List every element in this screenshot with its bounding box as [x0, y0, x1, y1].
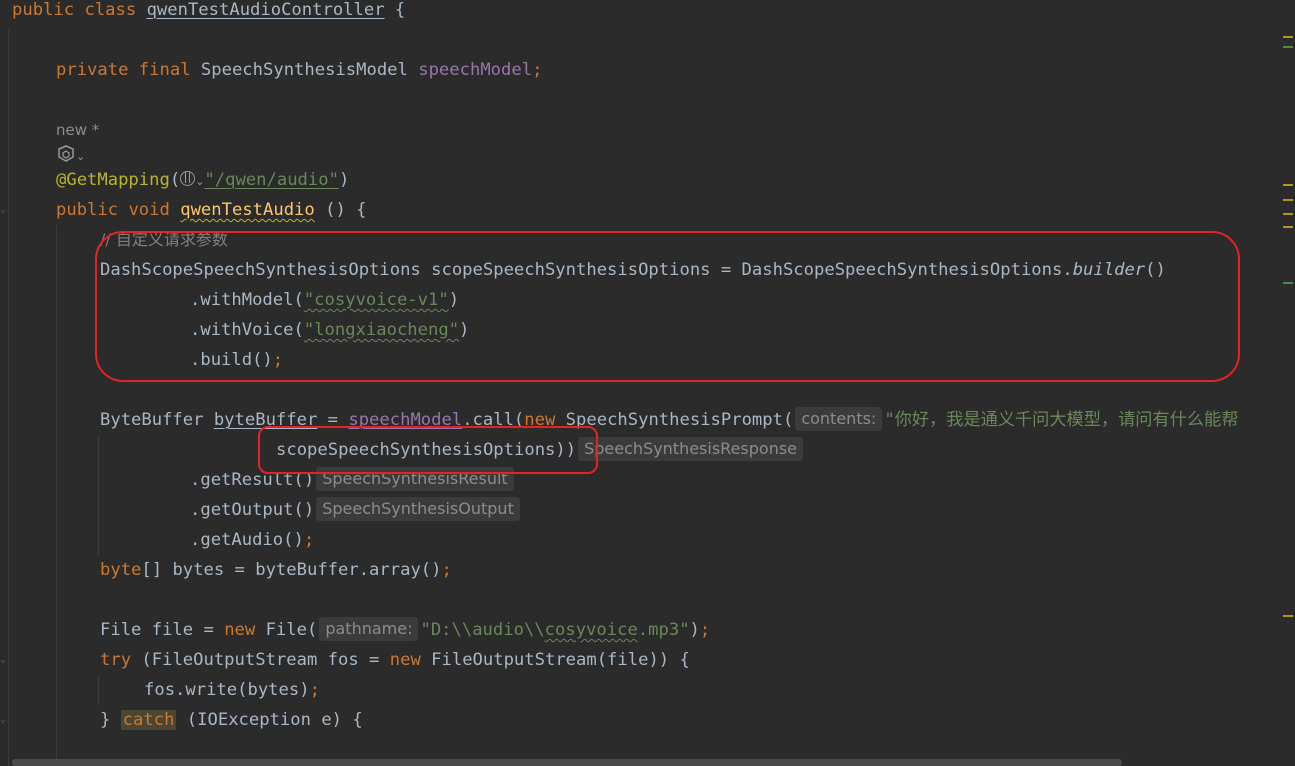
horizontal-scrollbar[interactable]	[12, 759, 1122, 766]
code-line-bytes: byte[] bytes = byteBuffer.array();	[100, 555, 452, 585]
type-hint-output: SpeechSynthesisOutput	[316, 497, 520, 521]
indent-guide	[98, 675, 99, 705]
semicolon: ;	[441, 560, 452, 580]
file-close: )	[689, 620, 700, 640]
fold-marker-icon[interactable]: ⌄	[0, 204, 9, 216]
code-line-method-declaration: public void qwenTestAudio () {	[56, 195, 367, 225]
close-brace: }	[100, 710, 121, 730]
method-name[interactable]: qwenTestAudio	[180, 200, 315, 220]
code-editor[interactable]: ⌄ ⌄ ⌄ public class qwenTestAudioControll…	[0, 0, 1282, 766]
warning-marker[interactable]	[1283, 213, 1293, 215]
semicolon: ;	[309, 680, 320, 700]
file-ctor[interactable]: File(	[255, 620, 318, 640]
code-line-catch: } catch (IOException e) {	[100, 705, 363, 735]
keyword-catch: catch	[120, 710, 177, 730]
code-line-get-audio: .getAudio();	[190, 525, 314, 555]
contents-arg[interactable]: "你好，我是通义千问大模型，请问有什么能帮	[884, 410, 1238, 430]
code-line-class-declaration: public class qwenTestAudioController {	[12, 0, 405, 25]
info-marker[interactable]	[1283, 282, 1293, 284]
file-decl: File file =	[100, 620, 225, 640]
path-arg-c[interactable]: .mp3"	[638, 620, 690, 640]
path-arg-a[interactable]: "D:\\audio\\	[420, 620, 544, 640]
warning-marker[interactable]	[1283, 226, 1293, 228]
indent-guide	[56, 225, 57, 766]
keyword-final: final	[138, 60, 191, 80]
globe-control[interactable]: ⌄	[180, 170, 204, 190]
warning-marker[interactable]	[1283, 615, 1293, 617]
get-audio-call[interactable]: .getAudio()	[190, 530, 304, 550]
code-line-annotation: @GetMapping(⌄"/qwen/audio")	[56, 165, 349, 195]
info-marker[interactable]	[1283, 46, 1293, 48]
code-line-get-output: .getOutput() SpeechSynthesisOutput	[190, 495, 522, 525]
keyword-byte: byte	[100, 560, 142, 580]
class-name[interactable]: qwenTestAudioController	[147, 0, 385, 20]
write-call[interactable]: fos.write(bytes)	[144, 680, 310, 700]
keyword-new: new	[389, 650, 421, 670]
code-line-write: fos.write(bytes);	[144, 675, 320, 705]
try-rest: FileOutputStream(file)) {	[420, 650, 690, 670]
annotation-path[interactable]: "/qwen/audio"	[204, 170, 339, 190]
get-output-call[interactable]: .getOutput()	[190, 500, 314, 520]
keyword-public: public	[56, 200, 119, 220]
bytebuffer-type: ByteBuffer	[100, 410, 214, 430]
highlight-box-options-arg	[258, 426, 598, 474]
keyword-public: public	[12, 0, 75, 20]
warning-marker[interactable]	[1283, 36, 1293, 38]
bytes-decl: [] bytes = byteBuffer.array()	[141, 560, 442, 580]
chevron-down-icon[interactable]: ⌄	[76, 150, 85, 163]
warning-marker[interactable]	[1283, 199, 1293, 201]
ai-assistant-icon[interactable]	[56, 145, 76, 163]
type-hint-response: SpeechSynthesisResponse	[578, 437, 804, 461]
annotation-name[interactable]: @GetMapping	[56, 170, 170, 190]
highlight-box-options	[95, 231, 1240, 382]
usages-hint[interactable]: new *	[56, 118, 99, 142]
code-line-field: private final SpeechSynthesisModel speec…	[56, 55, 542, 85]
try-resource: (FileOutputStream fos =	[131, 650, 390, 670]
fold-marker-icon[interactable]: ⌄	[0, 654, 9, 666]
field-name[interactable]: speechModel	[418, 60, 532, 80]
param-hint-pathname: pathname:	[319, 617, 419, 641]
keyword-private: private	[56, 60, 129, 80]
semicolon: ;	[532, 60, 543, 80]
semicolon: ;	[303, 530, 315, 550]
path-arg-b[interactable]: cosyvoice	[545, 620, 638, 640]
annotation-open: (	[169, 170, 181, 190]
keyword-try: try	[100, 650, 132, 670]
open-brace: {	[384, 0, 406, 20]
keyword-void: void	[128, 200, 170, 220]
warning-marker[interactable]	[1283, 184, 1293, 186]
method-params: () {	[314, 200, 367, 220]
fold-marker-icon[interactable]: ⌄	[0, 714, 9, 726]
catch-rest: (IOException e) {	[176, 710, 363, 730]
annotation-close: )	[338, 170, 350, 190]
semicolon: ;	[699, 620, 711, 640]
indent-guide	[98, 435, 99, 555]
code-line-try: try (FileOutputStream fos = new FileOutp…	[100, 645, 690, 675]
code-line-file: File file = new File(pathname: "D:\\audio…	[100, 615, 710, 645]
keyword-class: class	[84, 0, 137, 20]
error-stripe[interactable]	[1282, 0, 1295, 766]
globe-icon[interactable]	[180, 171, 196, 186]
keyword-new: new	[224, 620, 256, 640]
param-hint-contents: contents:	[795, 407, 883, 431]
field-type[interactable]: SpeechSynthesisModel	[201, 60, 408, 80]
